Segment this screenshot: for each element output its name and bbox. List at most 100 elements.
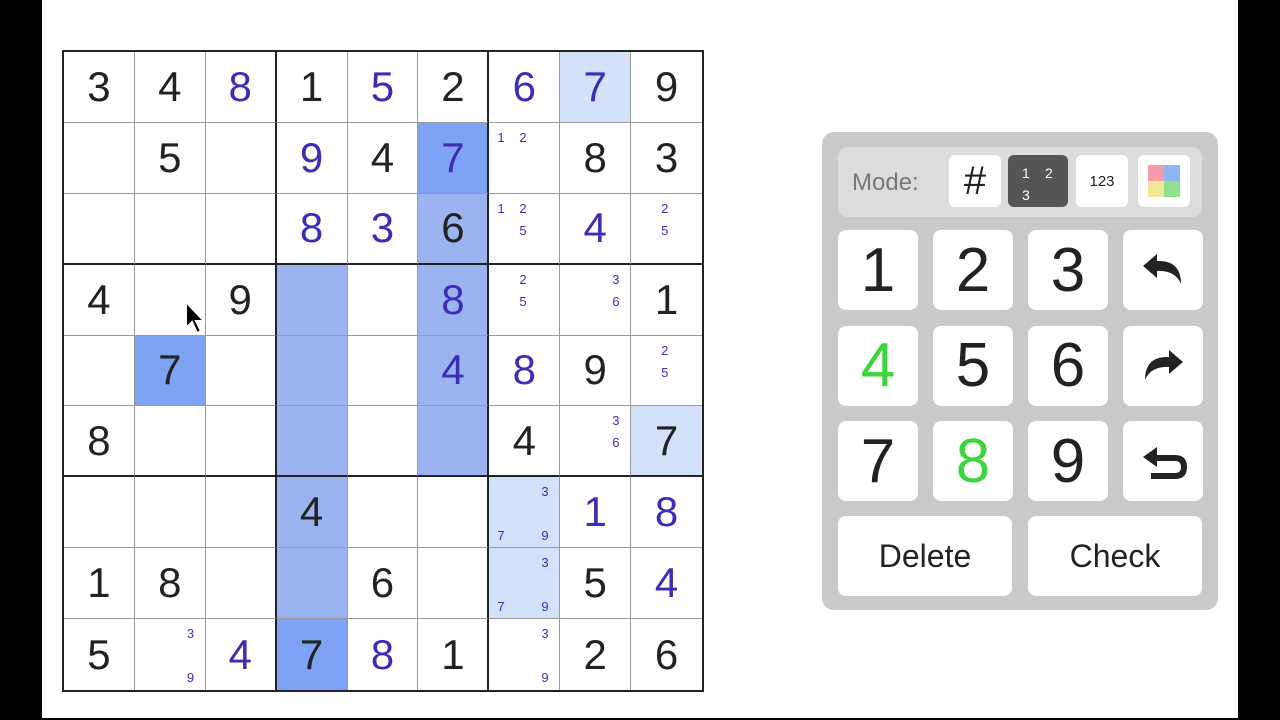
- sudoku-cell[interactable]: 4: [489, 406, 561, 478]
- sudoku-cell[interactable]: 3: [64, 52, 135, 123]
- sudoku-cell[interactable]: [276, 335, 348, 407]
- sudoku-cell[interactable]: [134, 406, 206, 478]
- sudoku-cell[interactable]: [64, 477, 135, 549]
- digit-key[interactable]: 5: [933, 325, 1013, 406]
- sudoku-cell[interactable]: 25: [631, 335, 702, 407]
- sudoku-cell[interactable]: 8: [489, 335, 561, 407]
- sudoku-cell[interactable]: 1: [64, 548, 135, 620]
- cell-value: 9: [654, 62, 679, 110]
- digit-key[interactable]: 4: [838, 325, 918, 406]
- sudoku-cell[interactable]: [64, 122, 135, 194]
- sudoku-cell[interactable]: 8: [560, 122, 632, 194]
- sudoku-cell[interactable]: 12 5: [489, 193, 561, 265]
- sudoku-cell[interactable]: 2: [418, 52, 490, 123]
- mode-corner-button[interactable]: 1 2 3: [1008, 155, 1068, 207]
- sudoku-cell[interactable]: 4: [64, 264, 135, 336]
- sudoku-cell[interactable]: 1: [276, 52, 348, 123]
- check-button[interactable]: Check: [1028, 516, 1202, 596]
- sudoku-cell[interactable]: 6: [347, 548, 419, 620]
- sudoku-cell[interactable]: 39: [489, 619, 561, 690]
- sudoku-cell[interactable]: [205, 477, 277, 549]
- sudoku-cell[interactable]: 8: [631, 477, 702, 549]
- digit-key[interactable]: 9: [1028, 421, 1108, 501]
- sudoku-cell[interactable]: 5: [560, 548, 632, 620]
- sudoku-cell[interactable]: 25: [489, 264, 561, 336]
- delete-button[interactable]: Delete: [838, 516, 1012, 596]
- mode-normal-button[interactable]: #: [949, 155, 1001, 207]
- sudoku-cell[interactable]: [205, 122, 277, 194]
- sudoku-cell[interactable]: 4: [347, 122, 419, 194]
- undo-button[interactable]: [1123, 230, 1203, 310]
- sudoku-cell[interactable]: 8: [347, 619, 419, 690]
- mode-center-button[interactable]: 123: [1076, 155, 1128, 207]
- sudoku-cell[interactable]: 5: [134, 122, 206, 194]
- sudoku-cell[interactable]: 4: [560, 193, 632, 265]
- sudoku-cell[interactable]: 9: [631, 52, 702, 123]
- sudoku-cell[interactable]: [205, 335, 277, 407]
- sudoku-cell[interactable]: 4: [276, 477, 348, 549]
- sudoku-cell[interactable]: [347, 335, 419, 407]
- digit-key[interactable]: 6: [1028, 325, 1108, 406]
- sudoku-cell[interactable]: 6: [489, 52, 561, 123]
- digit-key[interactable]: 7: [838, 421, 918, 501]
- sudoku-cell[interactable]: 8: [418, 264, 490, 336]
- sudoku-cell[interactable]: 3 7 9: [489, 548, 561, 620]
- sudoku-cell[interactable]: 4: [205, 619, 277, 690]
- sudoku-cell[interactable]: 7: [276, 619, 348, 690]
- sudoku-cell[interactable]: [418, 477, 490, 549]
- sudoku-cell[interactable]: 3: [631, 122, 702, 194]
- sudoku-cell[interactable]: 7: [560, 52, 632, 123]
- sudoku-cell[interactable]: 36: [560, 406, 632, 478]
- sudoku-cell[interactable]: 4: [418, 335, 490, 407]
- digit-key[interactable]: 1: [838, 230, 918, 310]
- sudoku-cell[interactable]: [64, 193, 135, 265]
- digit-key[interactable]: 2: [933, 230, 1013, 310]
- sudoku-cell[interactable]: 3: [347, 193, 419, 265]
- sudoku-cell[interactable]: 1: [631, 264, 702, 336]
- sudoku-cell[interactable]: 8: [64, 406, 135, 478]
- sudoku-cell[interactable]: 9: [560, 335, 632, 407]
- sudoku-cell[interactable]: [276, 264, 348, 336]
- sudoku-cell[interactable]: 8: [134, 548, 206, 620]
- mode-color-button[interactable]: [1138, 155, 1190, 207]
- sudoku-cell[interactable]: 7: [418, 122, 490, 194]
- digit-key[interactable]: 3: [1028, 230, 1108, 310]
- sudoku-cell[interactable]: [276, 406, 348, 478]
- sudoku-cell[interactable]: 36: [560, 264, 632, 336]
- sudoku-cell[interactable]: 5: [64, 619, 135, 690]
- sudoku-cell[interactable]: [205, 406, 277, 478]
- sudoku-cell[interactable]: 6: [418, 193, 490, 265]
- sudoku-cell[interactable]: 25: [631, 193, 702, 265]
- sudoku-cell[interactable]: 4: [134, 52, 206, 123]
- sudoku-cell[interactable]: 2: [560, 619, 632, 690]
- sudoku-cell[interactable]: [276, 548, 348, 620]
- sudoku-cell[interactable]: 7: [631, 406, 702, 478]
- sudoku-cell[interactable]: [418, 406, 490, 478]
- digit-key[interactable]: 8: [933, 421, 1013, 501]
- sudoku-cell[interactable]: [134, 477, 206, 549]
- sudoku-cell[interactable]: 8: [205, 52, 277, 123]
- sudoku-cell[interactable]: 12: [489, 122, 561, 194]
- sudoku-cell[interactable]: [205, 548, 277, 620]
- redo-button[interactable]: [1123, 326, 1203, 406]
- sudoku-cell[interactable]: [64, 335, 135, 407]
- restart-button[interactable]: [1123, 421, 1203, 501]
- sudoku-cell[interactable]: [347, 477, 419, 549]
- sudoku-cell[interactable]: [134, 264, 206, 336]
- sudoku-cell[interactable]: 8: [276, 193, 348, 265]
- sudoku-cell[interactable]: 1: [560, 477, 632, 549]
- sudoku-cell[interactable]: 39: [134, 619, 206, 690]
- sudoku-cell[interactable]: 7: [134, 335, 206, 407]
- sudoku-cell[interactable]: [347, 264, 419, 336]
- sudoku-cell[interactable]: 9: [276, 122, 348, 194]
- sudoku-cell[interactable]: [418, 548, 490, 620]
- sudoku-cell[interactable]: [347, 406, 419, 478]
- sudoku-cell[interactable]: [205, 193, 277, 265]
- sudoku-cell[interactable]: 4: [631, 548, 702, 620]
- sudoku-cell[interactable]: 5: [347, 52, 419, 123]
- sudoku-cell[interactable]: 3 7 9: [489, 477, 561, 549]
- sudoku-cell[interactable]: 9: [205, 264, 277, 336]
- sudoku-cell[interactable]: [134, 193, 206, 265]
- sudoku-cell[interactable]: 6: [631, 619, 702, 690]
- sudoku-cell[interactable]: 1: [418, 619, 490, 690]
